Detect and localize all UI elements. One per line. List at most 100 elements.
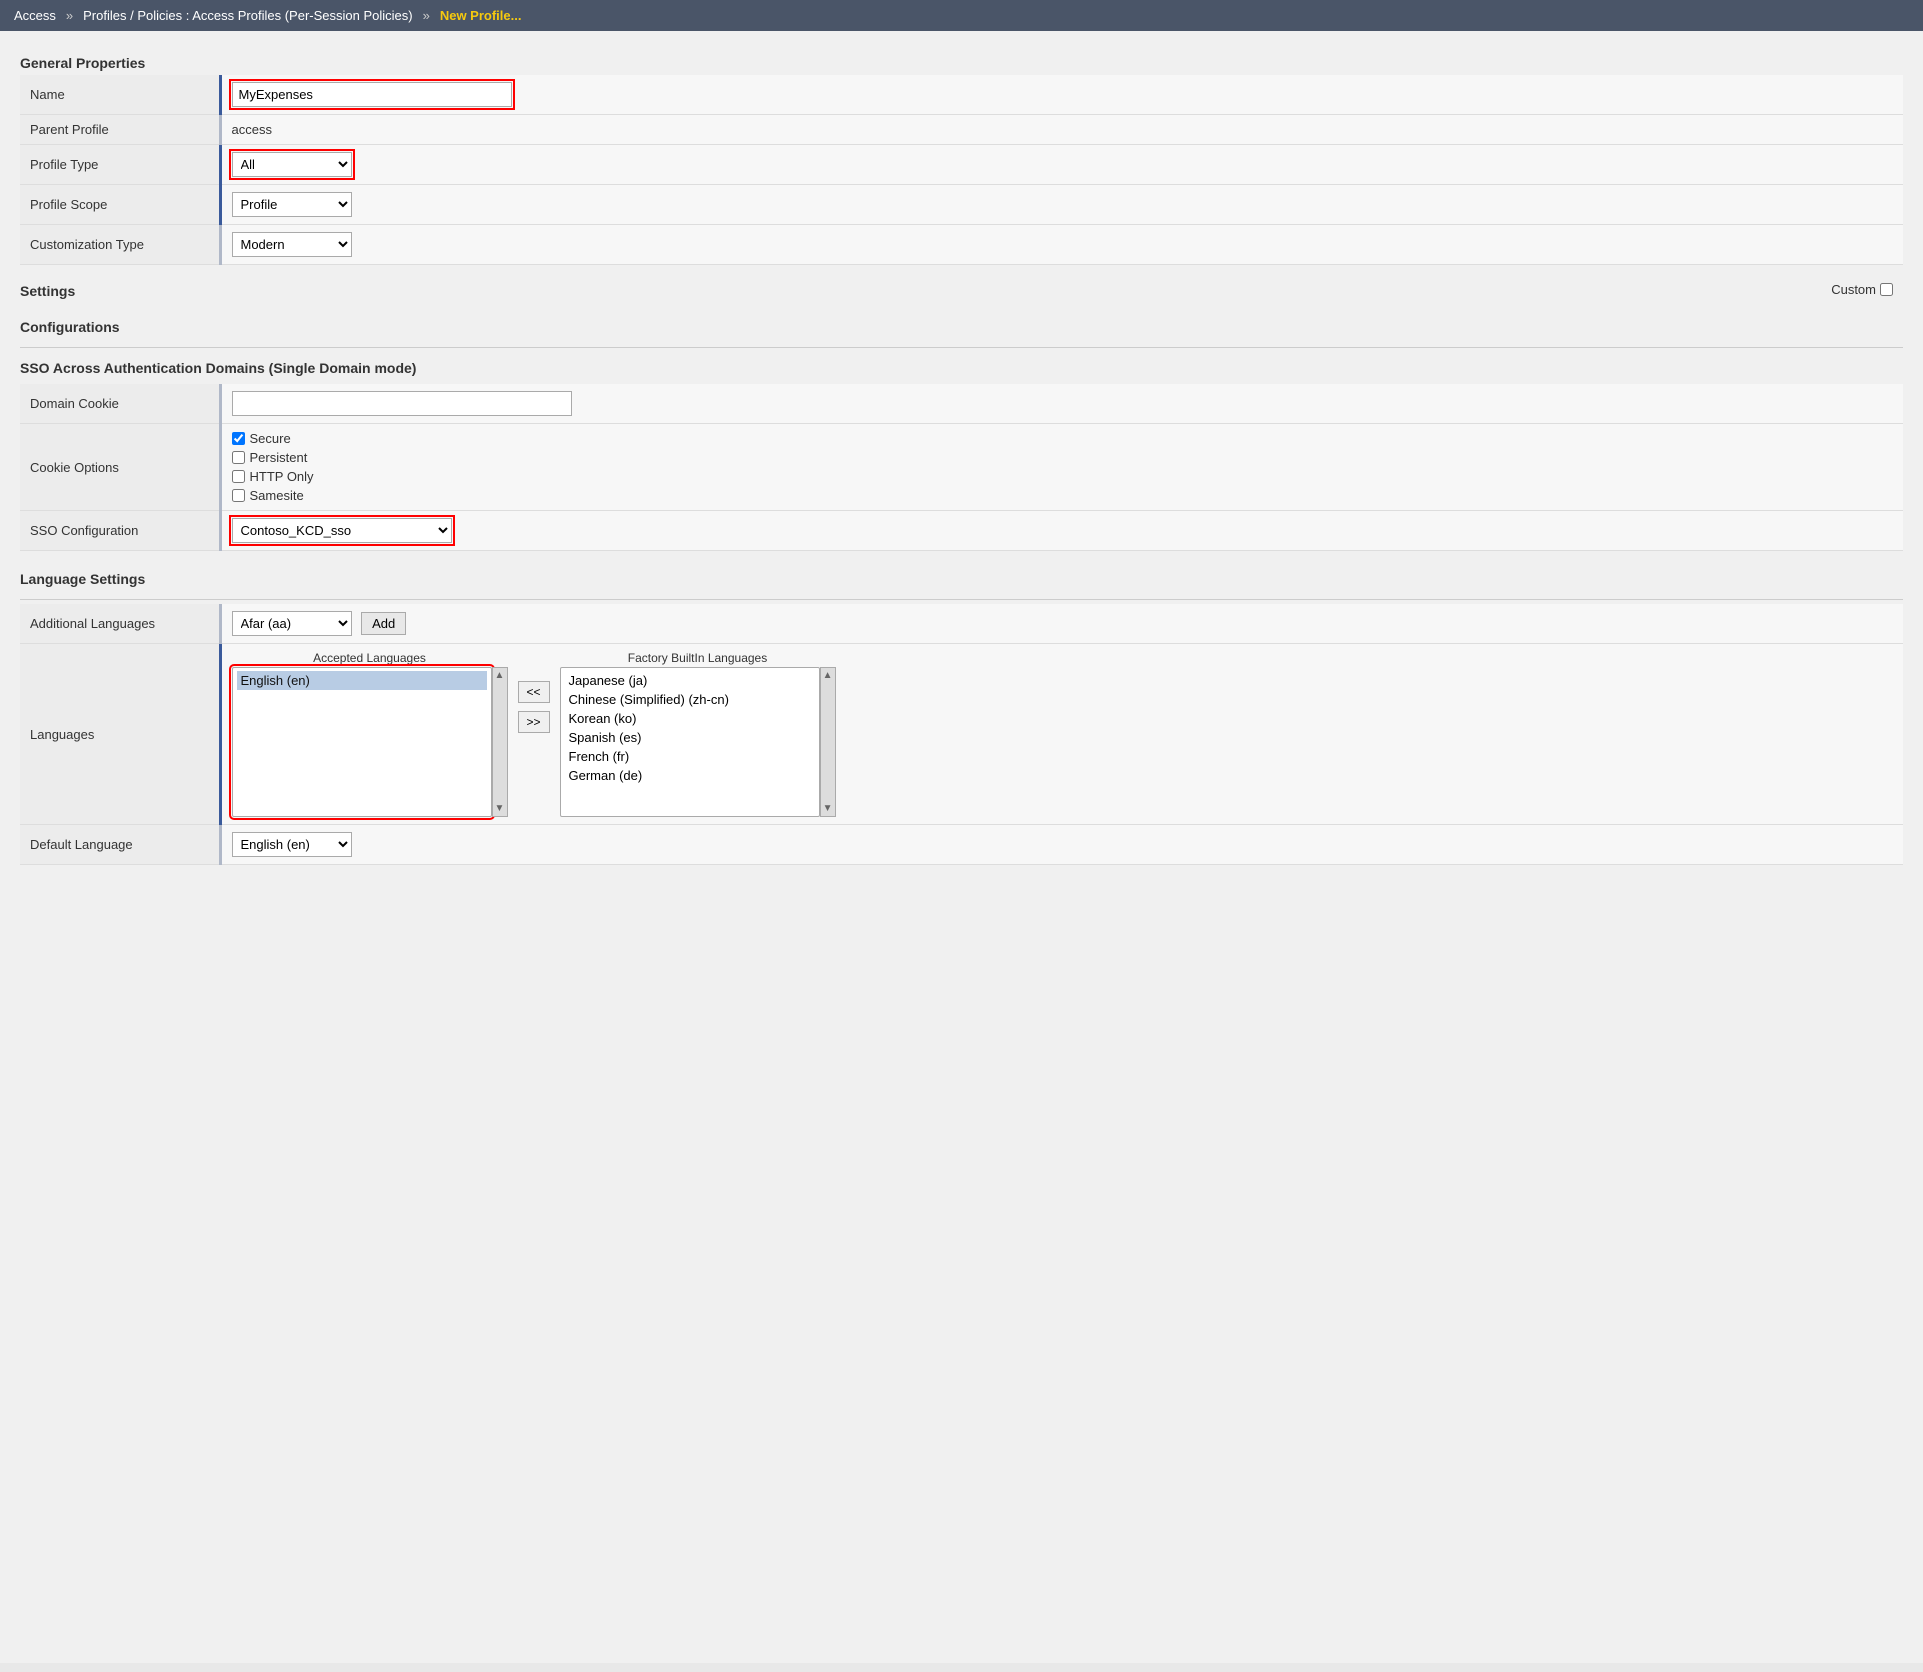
- customization-type-cell: Modern: [220, 225, 1903, 265]
- profile-scope-select[interactable]: Profile: [232, 192, 352, 217]
- custom-label-text: Custom: [1831, 282, 1876, 297]
- languages-row: Languages Accepted Languages English (en…: [20, 644, 1903, 825]
- breadcrumb-new-profile: New Profile...: [440, 8, 522, 23]
- cookie-options-label: Cookie Options: [20, 424, 220, 511]
- main-content: General Properties Name Parent Profile a…: [0, 31, 1923, 1663]
- profile-scope-cell: Profile: [220, 185, 1903, 225]
- configurations-divider: [20, 347, 1903, 348]
- factory-lang-de[interactable]: German (de): [565, 766, 815, 785]
- domain-cookie-cell: [220, 384, 1903, 424]
- factory-languages-listbox[interactable]: Japanese (ja) Chinese (Simplified) (zh-c…: [560, 667, 820, 817]
- breadcrumb-sep-2: »: [423, 8, 430, 23]
- default-language-select[interactable]: English (en): [232, 832, 352, 857]
- parent-profile-label: Parent Profile: [20, 115, 220, 145]
- cookie-samesite-item: Samesite: [232, 488, 1894, 503]
- accepted-scroll-up-icon[interactable]: ▲: [493, 668, 507, 683]
- breadcrumb-access[interactable]: Access: [14, 8, 56, 23]
- languages-label: Languages: [20, 644, 220, 825]
- add-language-button[interactable]: Add: [361, 612, 406, 635]
- cookie-samesite-checkbox[interactable]: [232, 489, 245, 502]
- cookie-options-cell: Secure Persistent HTTP Only Samesite: [220, 424, 1903, 511]
- profile-scope-label: Profile Scope: [20, 185, 220, 225]
- factory-lang-zh[interactable]: Chinese (Simplified) (zh-cn): [565, 690, 815, 709]
- cookie-httponly-item: HTTP Only: [232, 469, 1894, 484]
- cookie-secure-item: Secure: [232, 431, 1894, 446]
- general-properties-table: Name Parent Profile access Profile Type …: [20, 75, 1903, 265]
- name-label: Name: [20, 75, 220, 115]
- cookie-persistent-item: Persistent: [232, 450, 1894, 465]
- name-row: Name: [20, 75, 1903, 115]
- name-cell: [220, 75, 1903, 115]
- default-language-cell: English (en): [220, 825, 1903, 865]
- cookie-httponly-checkbox[interactable]: [232, 470, 245, 483]
- custom-checkbox-row: Custom: [1821, 278, 1903, 301]
- breadcrumb-profiles[interactable]: Profiles / Policies : Access Profiles (P…: [83, 8, 412, 23]
- cookie-options-row: Cookie Options Secure Persistent HTTP On…: [20, 424, 1903, 511]
- name-input[interactable]: [232, 82, 512, 107]
- sso-config-label: SSO Configuration: [20, 511, 220, 551]
- factory-lang-fr[interactable]: French (fr): [565, 747, 815, 766]
- default-language-row: Default Language English (en): [20, 825, 1903, 865]
- parent-profile-row: Parent Profile access: [20, 115, 1903, 145]
- factory-lang-ja[interactable]: Japanese (ja): [565, 671, 815, 690]
- factory-languages-panel: Factory BuiltIn Languages Japanese (ja) …: [560, 651, 836, 817]
- customization-type-row: Customization Type Modern: [20, 225, 1903, 265]
- sso-config-select[interactable]: Contoso_KCD_sso: [232, 518, 452, 543]
- language-arrow-buttons: << >>: [514, 651, 554, 733]
- sso-table: Domain Cookie Cookie Options Secure Pers…: [20, 384, 1903, 551]
- profile-type-select[interactable]: All: [232, 152, 352, 177]
- language-settings-table: Additional Languages Afar (aa) Add Langu…: [20, 604, 1903, 865]
- customization-type-select[interactable]: Modern: [232, 232, 352, 257]
- parent-profile-cell: access: [220, 115, 1903, 145]
- factory-lang-ko[interactable]: Korean (ko): [565, 709, 815, 728]
- factory-scroll-down-icon[interactable]: ▼: [821, 801, 835, 816]
- factory-languages-scrollbar[interactable]: ▲ ▼: [820, 667, 836, 817]
- factory-scroll-up-icon[interactable]: ▲: [821, 668, 835, 683]
- factory-lang-es[interactable]: Spanish (es): [565, 728, 815, 747]
- settings-title: Settings: [20, 275, 75, 303]
- custom-label[interactable]: Custom: [1831, 282, 1893, 297]
- sso-config-row: SSO Configuration Contoso_KCD_sso: [20, 511, 1903, 551]
- factory-languages-title: Factory BuiltIn Languages: [560, 651, 836, 665]
- profile-scope-row: Profile Scope Profile: [20, 185, 1903, 225]
- general-properties-title: General Properties: [20, 47, 1903, 75]
- cookie-secure-checkbox[interactable]: [232, 432, 245, 445]
- custom-checkbox[interactable]: [1880, 283, 1893, 296]
- language-settings-divider: [20, 599, 1903, 600]
- profile-type-label: Profile Type: [20, 145, 220, 185]
- profile-type-cell: All: [220, 145, 1903, 185]
- cookie-secure-label: Secure: [250, 431, 291, 446]
- domain-cookie-row: Domain Cookie: [20, 384, 1903, 424]
- move-right-button[interactable]: >>: [518, 711, 550, 733]
- sso-section-title: SSO Across Authentication Domains (Singl…: [20, 352, 1903, 380]
- languages-panels: Accepted Languages English (en) ▲ ▼: [232, 651, 1894, 817]
- profile-type-row: Profile Type All: [20, 145, 1903, 185]
- move-left-button[interactable]: <<: [518, 681, 550, 703]
- default-language-label: Default Language: [20, 825, 220, 865]
- domain-cookie-label: Domain Cookie: [20, 384, 220, 424]
- accepted-scroll-down-icon[interactable]: ▼: [493, 801, 507, 816]
- parent-profile-value: access: [232, 122, 272, 137]
- additional-languages-label: Additional Languages: [20, 604, 220, 644]
- accepted-lang-en[interactable]: English (en): [237, 671, 487, 690]
- cookie-httponly-label: HTTP Only: [250, 469, 314, 484]
- accepted-languages-title: Accepted Languages: [232, 651, 508, 665]
- configurations-title: Configurations: [20, 311, 1903, 339]
- additional-languages-row: Additional Languages Afar (aa) Add: [20, 604, 1903, 644]
- cookie-options-group: Secure Persistent HTTP Only Samesite: [232, 431, 1894, 503]
- cookie-persistent-label: Persistent: [250, 450, 308, 465]
- additional-languages-select[interactable]: Afar (aa): [232, 611, 352, 636]
- sso-config-cell: Contoso_KCD_sso: [220, 511, 1903, 551]
- language-settings-title: Language Settings: [20, 563, 1903, 591]
- accepted-languages-listbox[interactable]: English (en): [232, 667, 492, 817]
- accepted-languages-panel: Accepted Languages English (en) ▲ ▼: [232, 651, 508, 817]
- customization-type-label: Customization Type: [20, 225, 220, 265]
- additional-languages-cell: Afar (aa) Add: [220, 604, 1903, 644]
- cookie-persistent-checkbox[interactable]: [232, 451, 245, 464]
- languages-cell: Accepted Languages English (en) ▲ ▼: [220, 644, 1903, 825]
- domain-cookie-input[interactable]: [232, 391, 572, 416]
- accepted-languages-scrollbar[interactable]: ▲ ▼: [492, 667, 508, 817]
- header-breadcrumb: Access » Profiles / Policies : Access Pr…: [0, 0, 1923, 31]
- cookie-samesite-label: Samesite: [250, 488, 304, 503]
- breadcrumb-sep-1: »: [66, 8, 73, 23]
